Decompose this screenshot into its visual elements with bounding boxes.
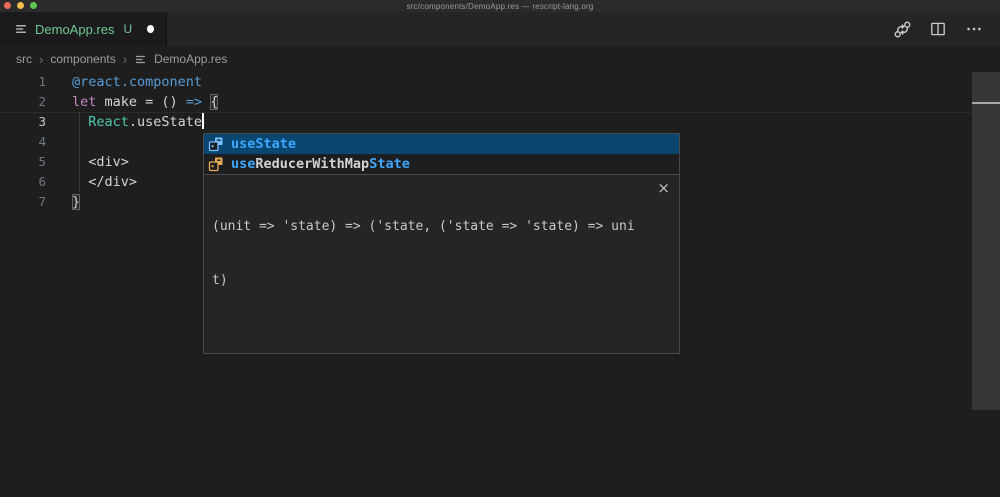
code-token: @react.component (72, 74, 202, 90)
code-token (202, 94, 210, 110)
close-icon[interactable]: × (657, 179, 670, 197)
code-line-3-active: 3 React.useState (0, 112, 972, 132)
breadcrumb-file[interactable]: DemoApp.res (154, 52, 227, 66)
code-token: <div> (72, 154, 129, 170)
vscode-window: src/components/DemoApp.res — rescript-la… (0, 0, 1000, 497)
breadcrumb-src[interactable]: src (16, 52, 32, 66)
split-editor-icon (929, 20, 947, 38)
code-token: => (186, 94, 202, 110)
more-actions-button[interactable] (962, 17, 986, 41)
line-number: 6 (0, 172, 46, 192)
text-cursor (202, 113, 204, 129)
matched-bracket: { (210, 94, 218, 110)
breadcrumb-components[interactable]: components (50, 52, 115, 66)
file-icon (14, 22, 28, 36)
autocomplete-popup: useState useReducerWithMapState (unit =>… (203, 133, 680, 354)
code-token: let (72, 94, 96, 110)
editor-actions (890, 12, 986, 46)
window-title: src/components/DemoApp.res — rescript-la… (0, 2, 1000, 11)
code-token: = () (145, 94, 186, 110)
code-line-1: 1 @react.component (0, 72, 972, 92)
chevron-right-icon: › (123, 53, 127, 66)
overview-cursor-marker (972, 102, 1000, 104)
open-changes-button[interactable] (890, 17, 914, 41)
code-token: make (96, 94, 145, 110)
symbol-value-icon (208, 156, 224, 172)
code-token (72, 114, 88, 130)
suggestion-label: useReducerWithMapState (231, 154, 410, 174)
suggestion-usestate[interactable]: useState (204, 134, 679, 154)
symbol-value-icon (208, 136, 224, 152)
tab-bar: DemoApp.res U (0, 12, 1000, 46)
git-status-badge: U (123, 22, 132, 36)
line-number: 2 (0, 92, 46, 112)
suggestion-label: useState (231, 134, 296, 154)
code-line-2: 2 let make = () => { (0, 92, 972, 112)
suggestion-usereducerwithmapstate[interactable]: useReducerWithMapState (204, 154, 679, 174)
code-token: React (88, 114, 129, 130)
code-token: </div> (72, 174, 137, 190)
matched-bracket: } (72, 194, 80, 210)
line-number: 4 (0, 132, 46, 152)
tab-demoapp[interactable]: DemoApp.res U (0, 12, 167, 46)
breadcrumb: src › components › DemoApp.res (0, 46, 1000, 72)
chevron-right-icon: › (39, 53, 43, 66)
ellipsis-icon (965, 20, 983, 38)
line-number: 5 (0, 152, 46, 172)
compare-changes-icon (893, 20, 912, 39)
code-token: .useState (129, 114, 202, 130)
titlebar: src/components/DemoApp.res — rescript-la… (0, 0, 1000, 12)
file-icon (134, 53, 147, 66)
doc-signature-line: t) (212, 272, 649, 290)
line-number: 1 (0, 72, 46, 92)
split-editor-button[interactable] (926, 17, 950, 41)
line-number: 3 (0, 112, 46, 132)
tab-label: DemoApp.res (35, 22, 114, 37)
line-number: 7 (0, 192, 46, 212)
suggestion-docs: (unit => 'state) => ('state, ('state => … (204, 174, 679, 353)
doc-signature-line: (unit => 'state) => ('state, ('state => … (212, 218, 649, 236)
scrollbar[interactable] (972, 72, 1000, 410)
unsaved-indicator-dot[interactable] (147, 25, 154, 33)
